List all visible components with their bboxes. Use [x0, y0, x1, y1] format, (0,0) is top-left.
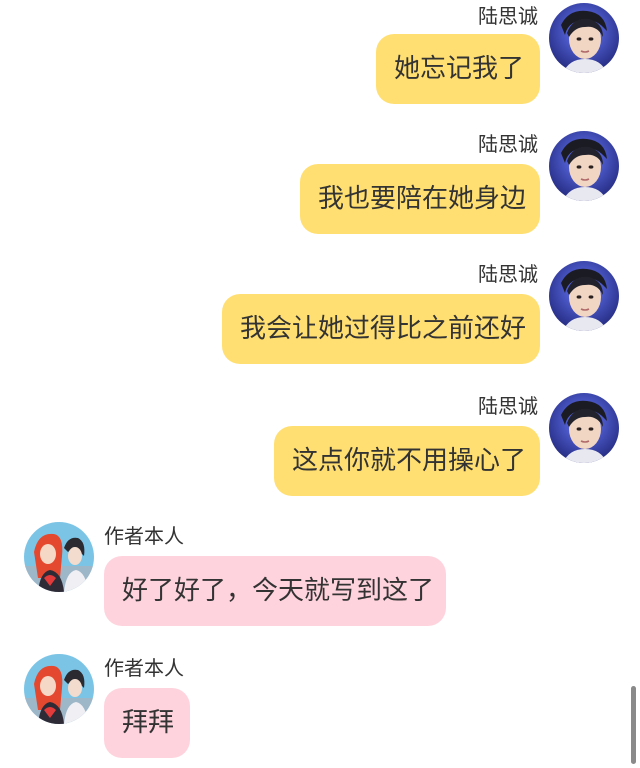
message-bubble[interactable]: 她忘记我了: [376, 34, 540, 104]
message-bubble[interactable]: 我会让她过得比之前还好: [222, 294, 540, 364]
sender-name: 陆思诚: [478, 4, 538, 28]
male-avatar-icon[interactable]: [549, 131, 619, 201]
couple-avatar-icon[interactable]: [24, 654, 94, 724]
male-avatar-icon[interactable]: [549, 261, 619, 331]
scrollbar[interactable]: [631, 686, 636, 764]
message-bubble[interactable]: 好了好了，今天就写到这了: [104, 556, 446, 626]
chat-thread[interactable]: 陆思诚 她忘记我了 陆思诚 我也要陪在她身边 陆思诚 我会让她过得比之前还好 陆…: [0, 0, 640, 768]
message-bubble[interactable]: 拜拜: [104, 688, 190, 758]
sender-name: 陆思诚: [478, 262, 538, 286]
sender-name: 陆思诚: [478, 132, 538, 156]
message-bubble[interactable]: 这点你就不用操心了: [274, 426, 540, 496]
sender-name: 作者本人: [104, 524, 184, 548]
male-avatar-icon[interactable]: [549, 3, 619, 73]
couple-avatar-icon[interactable]: [24, 522, 94, 592]
message-bubble[interactable]: 我也要陪在她身边: [300, 164, 540, 234]
male-avatar-icon[interactable]: [549, 393, 619, 463]
sender-name: 陆思诚: [478, 394, 538, 418]
sender-name: 作者本人: [104, 656, 184, 680]
